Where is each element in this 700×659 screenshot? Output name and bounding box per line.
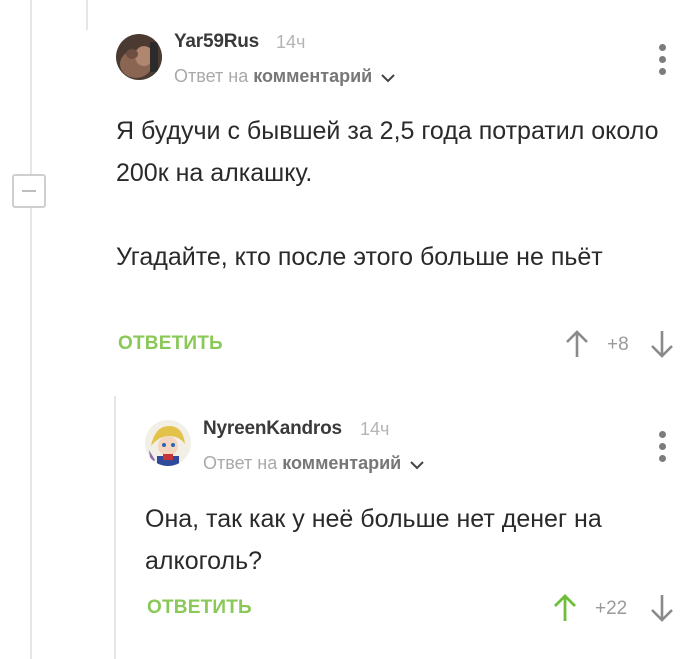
comment-paragraph: Она, так как у неё больше нет денег на а… [145,505,602,575]
comment-time: 14ч [360,419,390,439]
reply-button[interactable]: ОТВЕТИТЬ [147,597,252,619]
comment-body: Она, так как у неё больше нет денег на а… [145,498,685,582]
chevron-down-icon [410,454,424,475]
reply-to-prefix: Ответ на [203,453,278,473]
downvote-icon[interactable] [650,593,674,623]
avatar[interactable] [145,420,191,466]
upvote-icon[interactable] [553,593,577,623]
more-options-icon[interactable] [657,431,667,462]
comment-reply: NyreenKandros 14ч Ответ на комментарий О… [0,0,700,659]
comment-author[interactable]: NyreenKandros [203,418,342,440]
reply-to-target: комментарий [282,453,402,473]
reply-to-link[interactable]: Ответ на комментарий [203,453,424,475]
comment-score: +22 [595,598,628,619]
